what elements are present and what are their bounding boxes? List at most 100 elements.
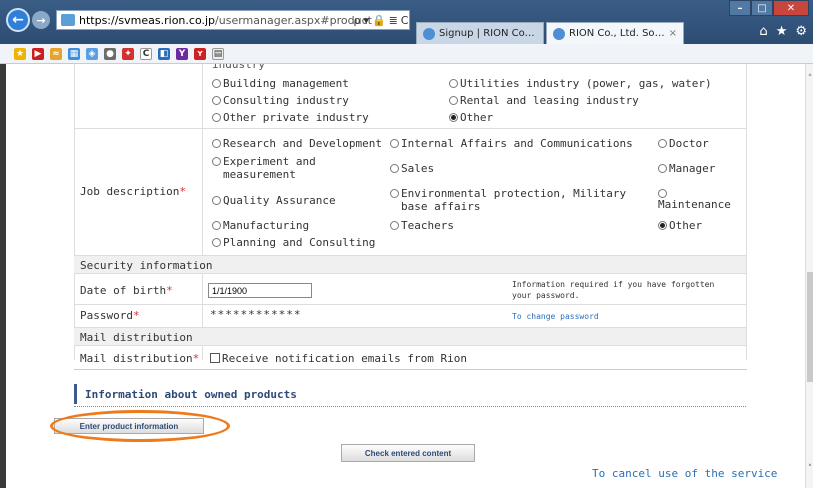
- bookmark-icon[interactable]: ◧: [158, 47, 170, 60]
- radio-icon[interactable]: [212, 221, 221, 230]
- radio-icon[interactable]: [212, 157, 221, 166]
- check-entered-content-button[interactable]: Check entered content: [341, 444, 475, 462]
- bookmark-icon[interactable]: ◈: [86, 47, 98, 60]
- dob-input[interactable]: [208, 283, 312, 298]
- security-section-header: Security information: [74, 255, 746, 274]
- page-icon[interactable]: ▤: [212, 47, 224, 60]
- radio-icon[interactable]: [390, 164, 399, 173]
- favorites-star-icon[interactable]: ★: [776, 24, 788, 39]
- browser-window: ← → https://svmeas.rion.co.jp/usermanage…: [0, 0, 813, 488]
- job-description-label: Job description*: [80, 185, 186, 198]
- favorites-star-icon[interactable]: ★: [14, 47, 26, 60]
- industry-option[interactable]: Rental and leasing industry: [449, 94, 639, 107]
- job-option[interactable]: Experiment and measurement: [212, 155, 362, 181]
- settings-gear-icon[interactable]: ⚙: [795, 24, 807, 39]
- search-icon[interactable]: ρ: [353, 14, 360, 27]
- radio-icon[interactable]: [658, 189, 667, 198]
- table-border: [746, 64, 747, 360]
- browser-titlebar: ← → https://svmeas.rion.co.jp/usermanage…: [0, 0, 813, 44]
- password-label: Password*: [80, 309, 140, 322]
- radio-selected-icon[interactable]: [658, 221, 667, 230]
- tab-signup[interactable]: Signup | RION Co., Ltd. So...: [416, 22, 544, 44]
- radio-icon[interactable]: [390, 139, 399, 148]
- back-arrow-icon: ←: [12, 12, 24, 28]
- job-option[interactable]: Internal Affairs and Communications: [390, 137, 633, 150]
- scroll-thumb[interactable]: [807, 272, 813, 382]
- favorites-bar: ★ ▶ ≈ ▦ ◈ ● ✦ C ◧ Y ʏ ▤: [0, 44, 813, 64]
- scroll-down-icon[interactable]: ˅: [806, 464, 813, 474]
- industry-option[interactable]: Other private industry: [212, 111, 369, 124]
- refresh-icon[interactable]: C: [401, 14, 409, 27]
- tab-close-icon[interactable]: ×: [669, 28, 677, 39]
- radio-icon[interactable]: [212, 79, 221, 88]
- bookmark-icon[interactable]: ʏ: [194, 47, 206, 60]
- industry-option[interactable]: Other: [449, 111, 493, 124]
- job-option[interactable]: Research and Development: [212, 137, 382, 150]
- industry-option[interactable]: Building management: [212, 77, 349, 90]
- lock-icon[interactable]: 🔒: [372, 14, 386, 27]
- radio-icon[interactable]: [390, 189, 399, 198]
- radio-icon[interactable]: [449, 96, 458, 105]
- table-bottom-border: [74, 369, 747, 370]
- close-button[interactable]: ✕: [773, 0, 809, 16]
- radio-icon[interactable]: [390, 221, 399, 230]
- radio-icon[interactable]: [658, 164, 667, 173]
- forward-arrow-icon: →: [36, 13, 46, 27]
- job-option[interactable]: Sales: [390, 162, 434, 175]
- checkbox-icon[interactable]: [210, 353, 220, 363]
- job-option[interactable]: Manager: [658, 162, 715, 175]
- row-divider: [74, 304, 746, 305]
- industry-option[interactable]: Consulting industry: [212, 94, 349, 107]
- dob-note: Information required if you have forgott…: [512, 280, 715, 300]
- industry-option[interactable]: Utilities industry (power, gas, water): [449, 77, 712, 90]
- rss-icon[interactable]: ≈: [50, 47, 62, 60]
- dropdown-icon[interactable]: ▾: [363, 14, 369, 27]
- browser-corner-icons: ⌂ ★ ⚙: [759, 24, 807, 39]
- scroll-up-icon[interactable]: ˄: [806, 74, 813, 84]
- youtube-icon[interactable]: ▶: [32, 47, 44, 60]
- tab-rion-active[interactable]: RION Co., Ltd. Sound Le... ×: [546, 22, 684, 44]
- back-button[interactable]: ←: [6, 8, 30, 32]
- maximize-button[interactable]: □: [751, 0, 773, 16]
- minimize-button[interactable]: –: [729, 0, 751, 16]
- mail-distribution-label: Mail distribution*: [80, 352, 200, 365]
- tab-favicon-icon: [423, 27, 435, 40]
- job-option[interactable]: Environmental protection, Military base …: [390, 187, 640, 213]
- cancel-service-link[interactable]: To cancel use of the service: [592, 467, 777, 480]
- forward-button[interactable]: →: [32, 11, 50, 29]
- vertical-scrollbar[interactable]: ˄ ˅: [805, 64, 813, 488]
- mail-opt-in[interactable]: Receive notification emails from Rion: [210, 352, 467, 365]
- bookmark-c-icon[interactable]: C: [140, 47, 152, 60]
- address-tools: ρ ▾ 🔒 ≣ C: [352, 10, 410, 30]
- table-border: [74, 64, 75, 360]
- radio-icon[interactable]: [212, 196, 221, 205]
- radio-icon[interactable]: [212, 113, 221, 122]
- change-password-link[interactable]: To change password: [512, 311, 599, 322]
- job-option[interactable]: Other: [658, 219, 702, 232]
- radio-icon[interactable]: [212, 139, 221, 148]
- radio-icon[interactable]: [212, 96, 221, 105]
- industry-cut-label: industry: [212, 64, 265, 71]
- job-option[interactable]: Doctor: [658, 137, 709, 150]
- mail-section-header: Mail distribution: [74, 327, 746, 346]
- radio-selected-icon[interactable]: [449, 113, 458, 122]
- job-option[interactable]: Planning and Consulting: [212, 236, 375, 249]
- apple-icon[interactable]: ●: [104, 47, 116, 60]
- url-path: /usermanager.aspx#product: [215, 13, 372, 27]
- yahoo-icon[interactable]: Y: [176, 47, 188, 60]
- radio-icon[interactable]: [658, 139, 667, 148]
- url-host: https://svmeas.rion.co.jp: [79, 13, 216, 27]
- job-option[interactable]: Maintenance: [658, 187, 731, 211]
- compat-view-icon[interactable]: ≣: [389, 14, 398, 27]
- job-option[interactable]: Manufacturing: [212, 219, 309, 232]
- radio-icon[interactable]: [449, 79, 458, 88]
- job-option[interactable]: Quality Assurance: [212, 194, 336, 207]
- bookmark-icon[interactable]: ✦: [122, 47, 134, 60]
- bookmark-icon[interactable]: ▦: [68, 47, 80, 60]
- table-divider: [202, 64, 203, 360]
- radio-icon[interactable]: [212, 238, 221, 247]
- home-icon[interactable]: ⌂: [759, 24, 767, 39]
- job-option[interactable]: Teachers: [390, 219, 454, 232]
- highlight-annotation: [50, 410, 230, 442]
- tab-label: RION Co., Ltd. Sound Le...: [569, 28, 665, 39]
